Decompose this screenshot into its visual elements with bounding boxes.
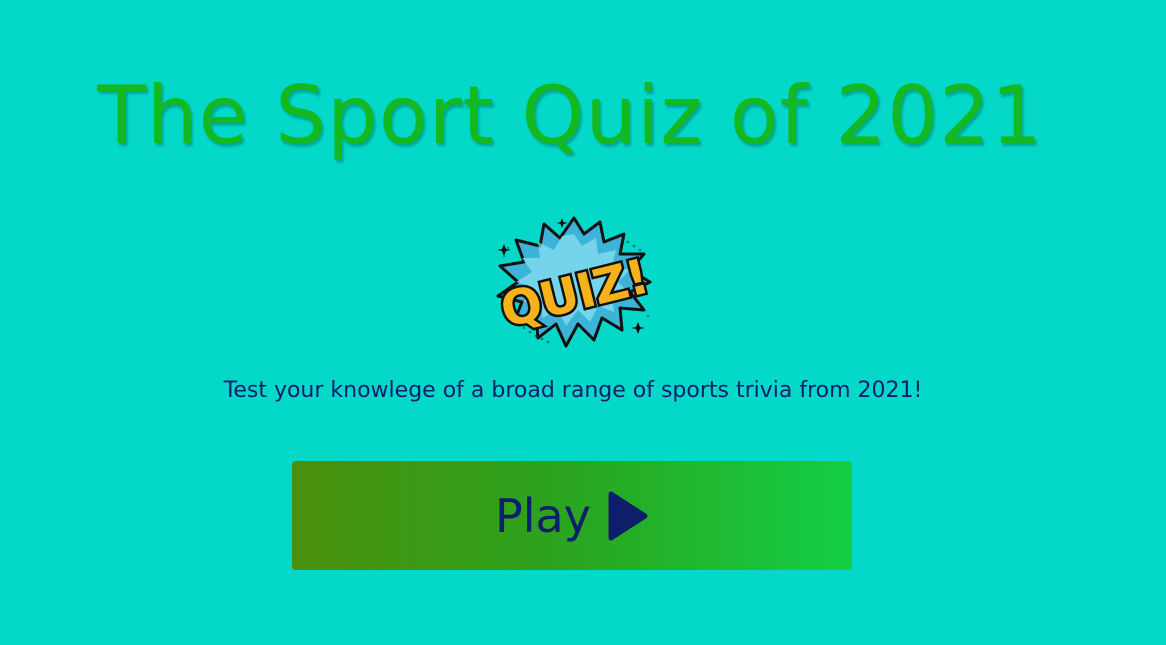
play-button-label: Play	[495, 488, 591, 543]
quiz-logo: QUIZ!	[493, 216, 656, 348]
start-page: The Sport Quiz of 2021 QUIZ! Test your k…	[0, 0, 1166, 645]
play-button[interactable]: Play	[292, 461, 852, 570]
play-triangle-icon	[608, 491, 648, 540]
page-title: The Sport Quiz of 2021	[97, 69, 1043, 162]
intro-text: Test your knowlege of a broad range of s…	[223, 378, 923, 403]
